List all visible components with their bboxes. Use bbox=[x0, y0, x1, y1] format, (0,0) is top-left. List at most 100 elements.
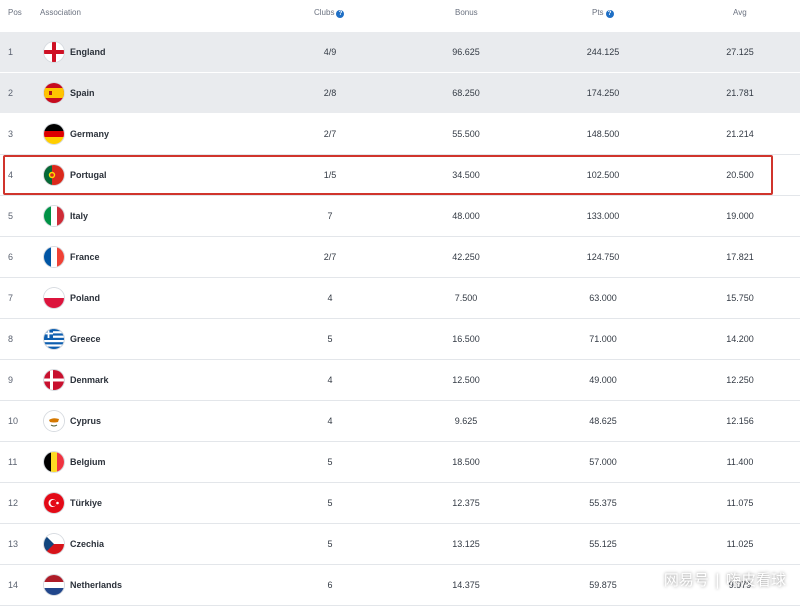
association-ranking-table: Pos Association Clubs? Bonus Pts? Avg 1 E… bbox=[0, 0, 800, 606]
header-pos[interactable]: Pos bbox=[8, 8, 22, 17]
association-link-france[interactable]: France bbox=[70, 252, 100, 262]
table-row[interactable]: 4 Portugal 1/5 34.500 102.500 20.500 bbox=[0, 155, 800, 196]
table-row[interactable]: 7 Poland 4 7.500 63.000 15.750 bbox=[0, 278, 800, 319]
row-pts: 48.625 bbox=[589, 416, 617, 426]
table-row[interactable]: 8 Greece 5 16.500 71.000 14.200 bbox=[0, 319, 800, 360]
row-clubs: 4 bbox=[327, 416, 333, 426]
association-link-czechia[interactable]: Czechia bbox=[70, 539, 104, 549]
association-link-netherlands[interactable]: Netherlands bbox=[70, 580, 122, 590]
netherlands-flag-icon bbox=[44, 575, 64, 595]
header-clubs[interactable]: Clubs bbox=[314, 8, 334, 17]
association-link-trkiye[interactable]: Türkiye bbox=[70, 498, 102, 508]
watermark-left: 网易号 bbox=[663, 571, 709, 589]
table-row[interactable]: 2 Spain 2/8 68.250 174.250 21.781 bbox=[0, 73, 800, 114]
row-pos: 12 bbox=[8, 498, 19, 508]
header-association[interactable]: Association bbox=[40, 8, 81, 17]
row-pts: 59.875 bbox=[589, 580, 617, 590]
row-pts: 49.000 bbox=[589, 375, 617, 385]
row-pos: 13 bbox=[8, 539, 19, 549]
table-row[interactable]: 13 Czechia 5 13.125 55.125 11.025 bbox=[0, 524, 800, 565]
row-pos: 11 bbox=[8, 457, 18, 467]
table-row[interactable]: 9 Denmark 4 12.500 49.000 12.250 bbox=[0, 360, 800, 401]
table-row[interactable]: 11 Belgium 5 18.500 57.000 11.400 bbox=[0, 442, 800, 483]
row-clubs: 4/9 bbox=[323, 47, 337, 57]
association-link-portugal[interactable]: Portugal bbox=[70, 170, 107, 180]
table-row[interactable]: 10 Cyprus 4 9.625 48.625 12.156 bbox=[0, 401, 800, 442]
row-bonus: 7.500 bbox=[454, 293, 478, 303]
row-clubs: 5 bbox=[327, 498, 333, 508]
row-pos: 2 bbox=[8, 88, 14, 98]
table-body: 1 England 4/9 96.625 244.125 27.125 2 Spain 2/8 6… bbox=[0, 32, 800, 606]
row-bonus: 12.500 bbox=[452, 375, 480, 385]
row-clubs: 5 bbox=[327, 457, 333, 467]
association-link-greece[interactable]: Greece bbox=[70, 334, 101, 344]
row-avg: 12.156 bbox=[726, 416, 754, 426]
row-bonus: 48.000 bbox=[452, 211, 480, 221]
header-clubs-wrap[interactable]: Clubs? bbox=[314, 8, 345, 18]
england-flag-icon bbox=[44, 42, 64, 62]
header-pts[interactable]: Pts bbox=[592, 8, 604, 17]
row-avg: 14.200 bbox=[726, 334, 754, 344]
row-pos: 1 bbox=[8, 47, 14, 57]
watermark-right: 嗨皮看球 bbox=[725, 571, 786, 589]
row-pts: 124.750 bbox=[586, 252, 620, 262]
france-flag-icon bbox=[44, 247, 64, 267]
row-bonus: 68.250 bbox=[452, 88, 480, 98]
table-row[interactable]: 1 England 4/9 96.625 244.125 27.125 bbox=[0, 32, 800, 73]
row-pts: 55.125 bbox=[589, 539, 617, 549]
association-link-england[interactable]: England bbox=[70, 47, 106, 57]
row-clubs: 5 bbox=[327, 539, 333, 549]
row-pos: 3 bbox=[8, 129, 14, 139]
row-pos: 14 bbox=[8, 580, 19, 590]
row-pts: 55.375 bbox=[589, 498, 617, 508]
row-pos: 6 bbox=[8, 252, 14, 262]
header-avg[interactable]: Avg bbox=[733, 8, 747, 17]
cyprus-flag-icon bbox=[44, 411, 64, 431]
row-avg: 19.000 bbox=[726, 211, 754, 221]
row-bonus: 9.625 bbox=[454, 416, 478, 426]
row-clubs: 2/8 bbox=[323, 88, 337, 98]
row-clubs: 2/7 bbox=[323, 252, 337, 262]
row-bonus: 96.625 bbox=[452, 47, 480, 57]
row-clubs: 4 bbox=[327, 375, 333, 385]
association-link-spain[interactable]: Spain bbox=[70, 88, 95, 98]
row-avg: 17.821 bbox=[726, 252, 754, 262]
association-link-belgium[interactable]: Belgium bbox=[70, 457, 106, 467]
header-pts-wrap[interactable]: Pts? bbox=[592, 8, 614, 18]
table-row[interactable]: 3 Germany 2/7 55.500 148.500 21.214 bbox=[0, 114, 800, 155]
spain-flag-icon bbox=[44, 83, 64, 103]
row-bonus: 18.500 bbox=[452, 457, 480, 467]
row-clubs: 6 bbox=[327, 580, 333, 590]
row-pts: 174.250 bbox=[586, 88, 620, 98]
header-bonus[interactable]: Bonus bbox=[455, 8, 478, 17]
association-link-italy[interactable]: Italy bbox=[70, 211, 88, 221]
row-bonus: 16.500 bbox=[452, 334, 480, 344]
table-header: Pos Association Clubs? Bonus Pts? Avg bbox=[0, 0, 800, 32]
row-pts: 133.000 bbox=[586, 211, 620, 221]
row-pts: 102.500 bbox=[586, 170, 620, 180]
association-link-germany[interactable]: Germany bbox=[70, 129, 109, 139]
table-row[interactable]: 5 Italy 7 48.000 133.000 19.000 bbox=[0, 196, 800, 237]
pts-info-icon[interactable]: ? bbox=[605, 10, 614, 18]
association-link-denmark[interactable]: Denmark bbox=[70, 375, 109, 385]
association-link-cyprus[interactable]: Cyprus bbox=[70, 416, 101, 426]
denmark-flag-icon bbox=[44, 370, 64, 390]
row-clubs: 1/5 bbox=[323, 170, 337, 180]
czechia-flag-icon bbox=[44, 534, 64, 554]
table-row[interactable]: 6 France 2/7 42.250 124.750 17.821 bbox=[0, 237, 800, 278]
turkiye-flag-icon bbox=[44, 493, 64, 513]
row-pos: 8 bbox=[8, 334, 14, 344]
clubs-info-icon[interactable]: ? bbox=[336, 10, 345, 18]
row-clubs: 5 bbox=[327, 334, 333, 344]
row-avg: 12.250 bbox=[726, 375, 754, 385]
greece-flag-icon bbox=[44, 329, 64, 349]
row-pos: 5 bbox=[8, 211, 14, 221]
row-bonus: 12.375 bbox=[452, 498, 480, 508]
table-row[interactable]: 12 Türkiye 5 12.375 55.375 11.075 bbox=[0, 483, 800, 524]
row-pts: 57.000 bbox=[589, 457, 617, 467]
germany-flag-icon bbox=[44, 124, 64, 144]
watermark: 网易号 | 嗨皮看球 bbox=[663, 571, 786, 589]
association-link-poland[interactable]: Poland bbox=[70, 293, 100, 303]
row-avg: 21.781 bbox=[726, 88, 754, 98]
row-pts: 148.500 bbox=[586, 129, 620, 139]
